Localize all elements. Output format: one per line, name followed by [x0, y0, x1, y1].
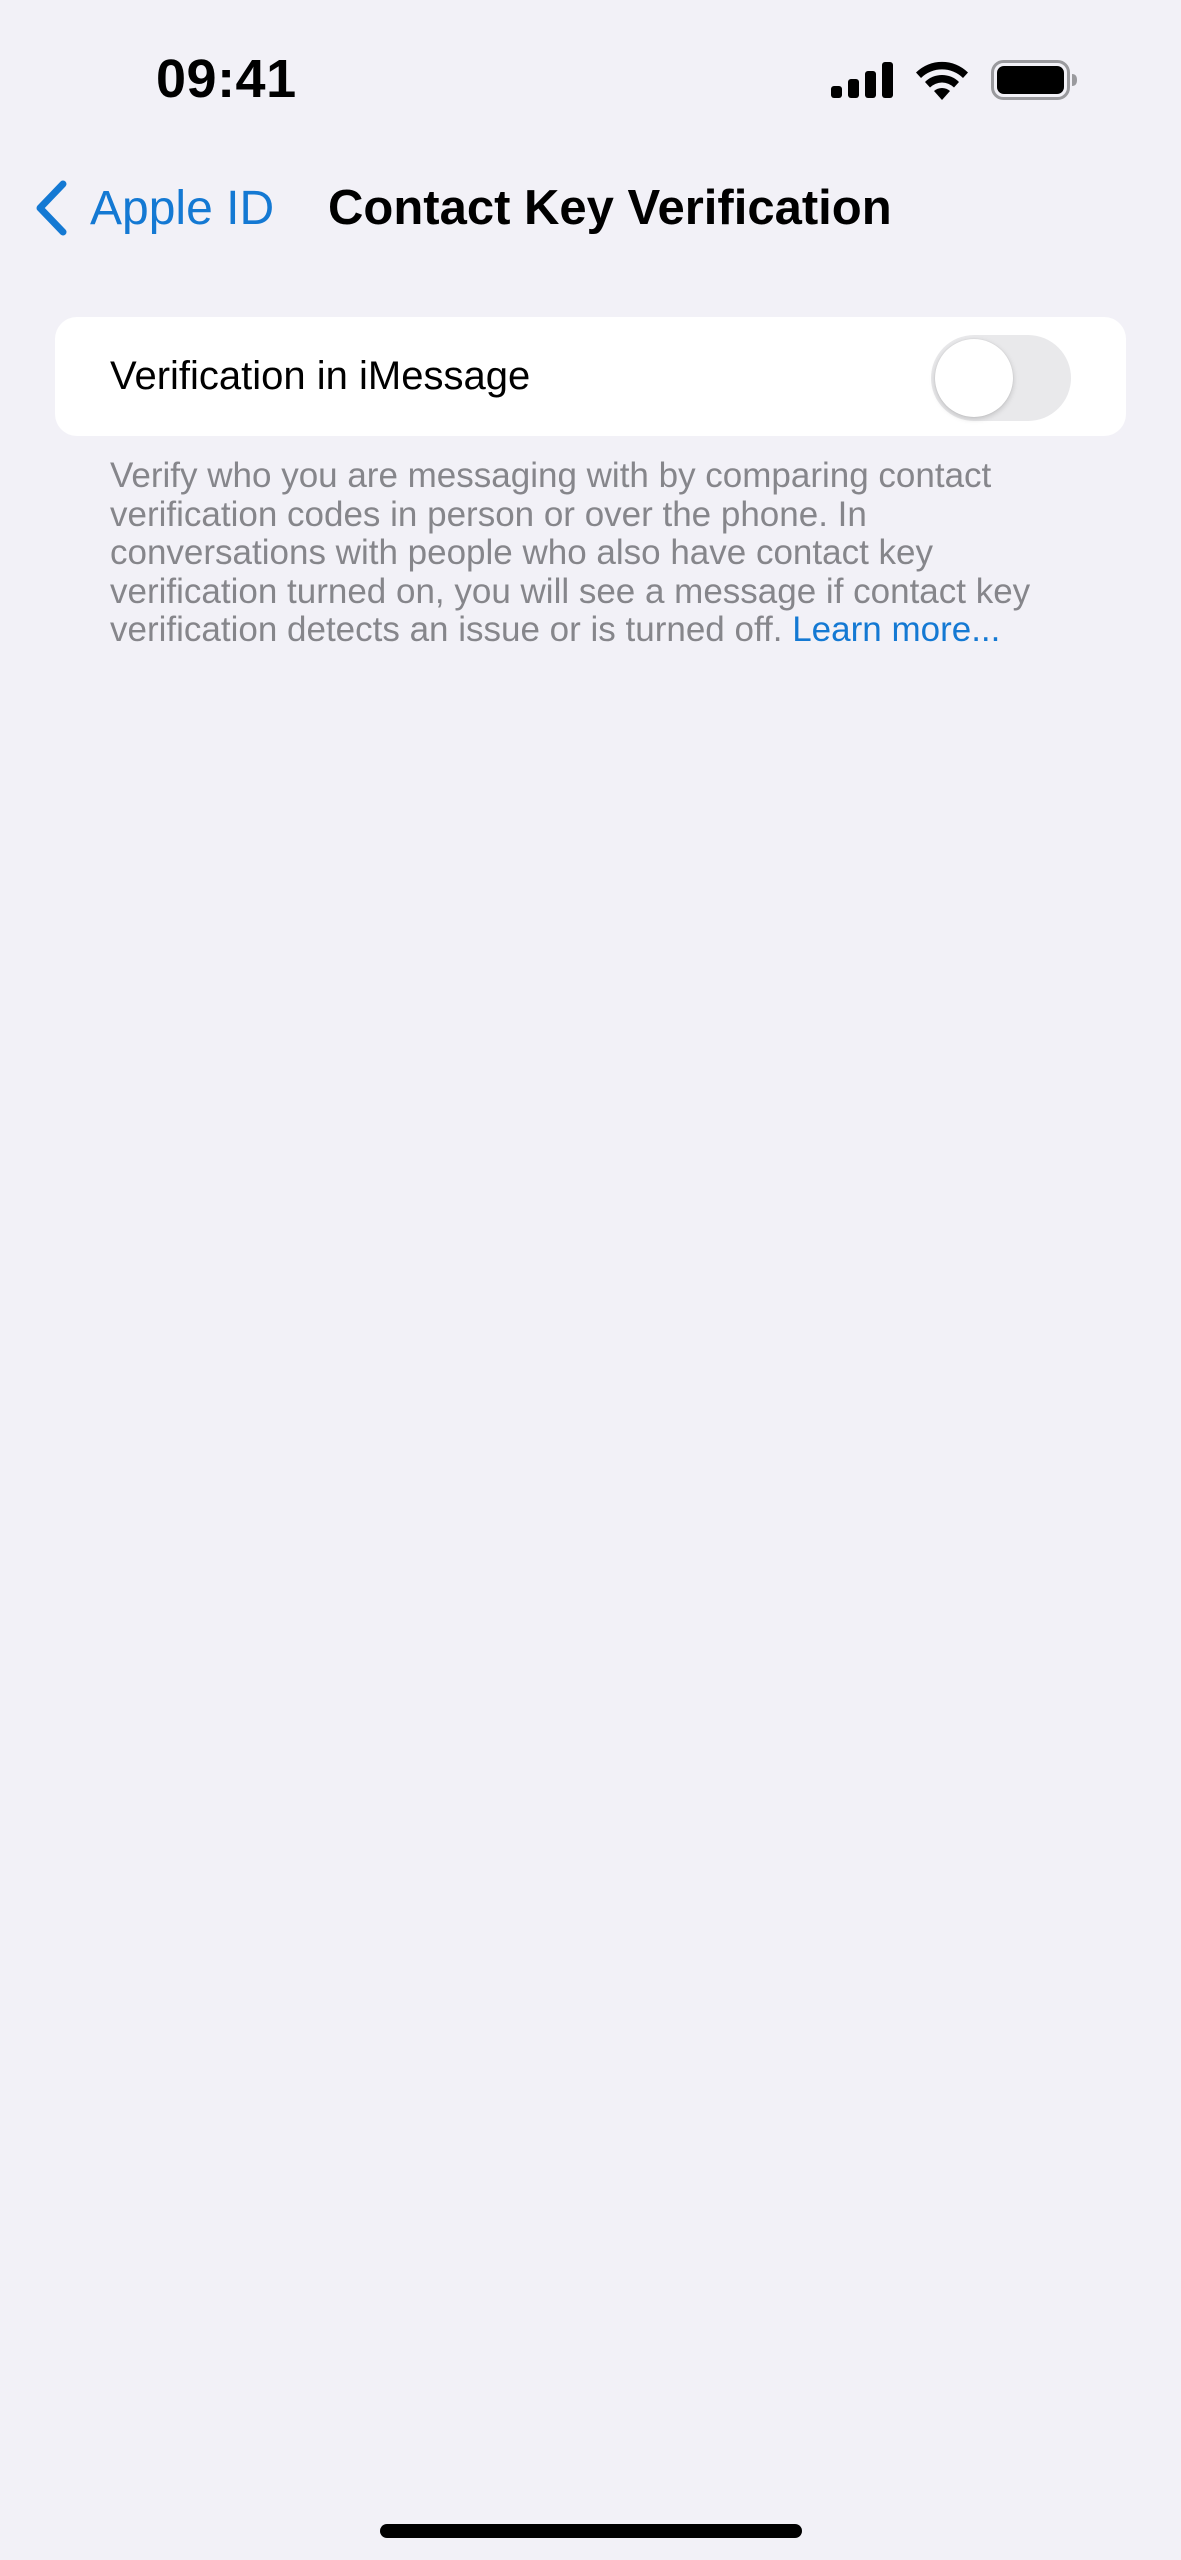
verification-toggle[interactable] [931, 335, 1071, 421]
navigation-bar: Apple ID Contact Key Verification [0, 160, 1181, 256]
toggle-label: Verification in iMessage [110, 354, 531, 398]
cellular-signal-icon [831, 62, 893, 98]
page-title: Contact Key Verification [328, 181, 892, 235]
toggle-knob [935, 339, 1013, 417]
settings-card: Verification in iMessage [55, 317, 1126, 436]
status-bar: 09:41 [0, 0, 1181, 150]
back-button-label: Apple ID [90, 181, 275, 235]
back-button[interactable]: Apple ID [32, 178, 274, 238]
status-time: 09:41 [156, 49, 297, 109]
chevron-left-icon [36, 180, 67, 236]
battery-icon [991, 60, 1077, 100]
wifi-icon [916, 61, 968, 100]
learn-more-link[interactable]: Learn more... [792, 610, 1000, 650]
status-icons [831, 56, 1077, 104]
home-indicator [380, 2524, 802, 2538]
footer-description: Verify who you are messaging with by com… [110, 456, 1070, 650]
